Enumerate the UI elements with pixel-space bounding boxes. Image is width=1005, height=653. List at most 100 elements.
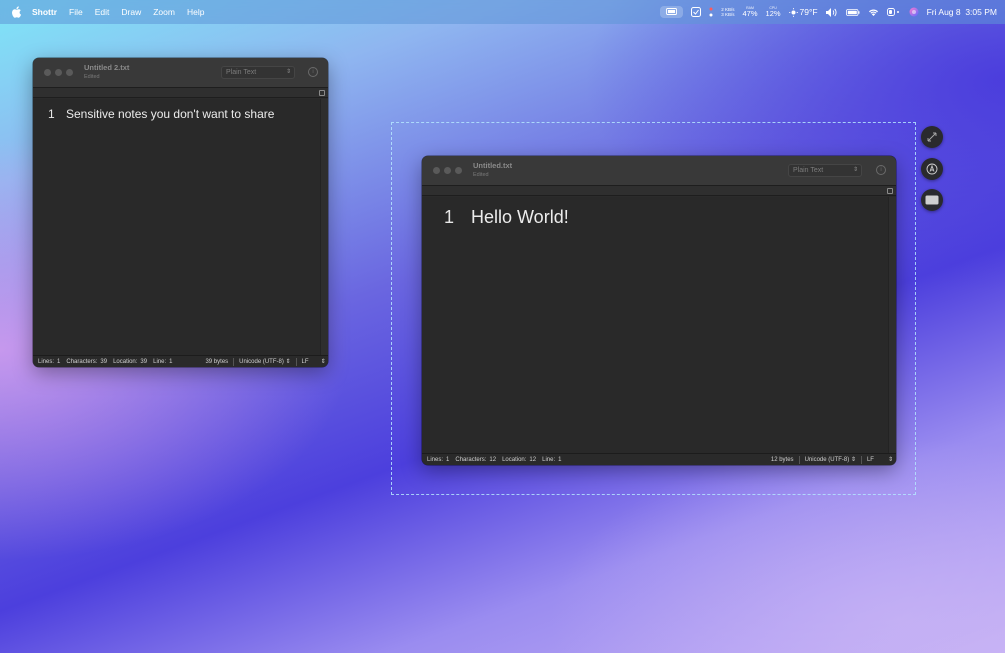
wifi-icon[interactable]	[868, 8, 879, 16]
sun-icon	[788, 7, 798, 17]
expand-button[interactable]	[921, 126, 943, 148]
status-lines-label: Lines:	[427, 456, 444, 463]
markup-button[interactable]	[921, 158, 943, 180]
status-bytes: 39 bytes	[205, 358, 229, 365]
line-ending-value: LF	[301, 359, 309, 365]
text-editor[interactable]: 1 Sensitive notes you don't want to shar…	[33, 99, 320, 355]
cpu-stat[interactable]: CPU 12%	[765, 5, 781, 18]
status-lines-label: Lines:	[38, 358, 55, 365]
menu-app-name[interactable]: Shottr	[32, 7, 57, 17]
weather-widget[interactable]: 79°F	[788, 7, 818, 17]
clock[interactable]: Fri Aug 8 3:05 PM	[927, 7, 997, 17]
window-titlebar[interactable]: Untitled 2.txt Edited Plain Text ⇕ i	[33, 58, 328, 88]
window-title: Untitled.txt	[473, 161, 513, 170]
vertical-scrollbar[interactable]	[320, 99, 328, 355]
ruler-toggle-icon[interactable]	[319, 90, 325, 96]
control-center-icon[interactable]	[886, 8, 901, 16]
network-down: 3 KB/s	[721, 12, 735, 17]
markup-pen-icon	[926, 163, 938, 175]
minimize-button[interactable]	[55, 69, 62, 76]
status-chars-value: 12	[489, 456, 497, 463]
status-location-label: Location:	[502, 456, 527, 463]
close-button[interactable]	[433, 167, 440, 174]
window-titlebar[interactable]: Untitled.txt Edited Plain Text ⇕ i	[422, 156, 896, 186]
status-divider	[295, 357, 297, 366]
volume-icon[interactable]	[825, 7, 838, 17]
traffic-lights	[433, 167, 462, 174]
siri-icon[interactable]	[909, 7, 919, 17]
encoding-select[interactable]: Unicode (UTF-8) ⇕	[239, 358, 290, 365]
format-select[interactable]: Plain Text ⇕	[788, 164, 862, 177]
chevron-updown-icon: ⇕	[285, 69, 291, 75]
encoding-value: Unicode (UTF-8)	[239, 359, 284, 365]
shottr-status-icon[interactable]	[691, 7, 702, 17]
line-ending-select[interactable]: LF ⇕	[302, 358, 326, 365]
menu-file[interactable]: File	[69, 7, 83, 17]
ram-value: 47%	[742, 9, 758, 18]
ruler-bar	[422, 186, 896, 196]
status-line-value: 1	[558, 456, 562, 463]
status-location-value: 39	[140, 358, 148, 365]
window-edited-label: Edited	[473, 172, 489, 178]
status-chars-label: Characters:	[66, 358, 98, 365]
minimize-button[interactable]	[444, 167, 451, 174]
ram-label: RAM	[746, 5, 754, 10]
status-line-value: 1	[169, 358, 173, 365]
window-capture-button[interactable]	[921, 189, 943, 211]
status-line-label: Line:	[542, 456, 556, 463]
close-button[interactable]	[44, 69, 51, 76]
weather-temp: 79°F	[799, 7, 818, 17]
network-stats[interactable]: 2 KB/s 3 KB/s	[721, 7, 734, 18]
info-icon[interactable]: i	[308, 67, 318, 77]
line-ending-select[interactable]: LF ⇕	[867, 456, 893, 463]
cpu-value: 12%	[765, 9, 781, 18]
status-lines-value: 1	[57, 358, 61, 365]
status-bar: Lines: 1 Characters: 39 Location: 39 Lin…	[33, 355, 328, 367]
line-number: 1	[444, 207, 455, 227]
window-capture-icon	[925, 195, 939, 205]
ram-stat[interactable]: RAM 47%	[742, 5, 758, 18]
textedit-window-front[interactable]: Untitled.txt Edited Plain Text ⇕ i 1 Hel…	[422, 156, 896, 465]
menu-bar: Shottr File Edit Draw Zoom Help 2 KB/s 3…	[0, 0, 1005, 24]
recording-dot-icon[interactable]	[709, 7, 713, 17]
encoding-value: Unicode (UTF-8)	[804, 457, 850, 463]
traffic-lights	[44, 69, 73, 76]
status-location-value: 12	[529, 456, 537, 463]
status-line-label: Line:	[153, 358, 167, 365]
status-bar: Lines: 1 Characters: 12 Location: 12 Lin…	[422, 453, 896, 465]
battery-icon[interactable]	[845, 8, 860, 16]
text-editor[interactable]: 1 Hello World!	[422, 197, 888, 453]
info-icon[interactable]: i	[876, 165, 886, 175]
menu-zoom[interactable]: Zoom	[153, 7, 175, 17]
encoding-select[interactable]: Unicode (UTF-8) ⇕	[805, 456, 856, 463]
status-divider	[233, 357, 235, 366]
line-ending-value: LF	[866, 457, 874, 463]
ruler-toggle-icon[interactable]	[887, 188, 893, 194]
status-location-label: Location:	[113, 358, 138, 365]
zoom-button[interactable]	[66, 69, 73, 76]
status-chars-value: 39	[100, 358, 108, 365]
menu-edit[interactable]: Edit	[95, 7, 110, 17]
format-select[interactable]: Plain Text ⇕	[221, 66, 295, 79]
textedit-window-back[interactable]: Untitled 2.txt Edited Plain Text ⇕ i 1 S…	[33, 58, 328, 367]
editor-text[interactable]: Sensitive notes you don't want to share	[66, 107, 274, 121]
vertical-scrollbar[interactable]	[888, 197, 896, 453]
expand-icon	[927, 132, 937, 142]
cpu-label: CPU	[769, 5, 777, 10]
format-select-value: Plain Text	[226, 69, 257, 76]
status-divider	[860, 455, 862, 464]
chevron-updown-icon: ⇕	[852, 167, 858, 173]
window-edited-label: Edited	[84, 74, 100, 80]
format-select-value: Plain Text	[793, 167, 824, 174]
ruler-bar	[33, 88, 328, 98]
menu-help[interactable]: Help	[187, 7, 204, 17]
apple-menu-icon[interactable]	[10, 6, 23, 19]
screen-mirror-icon[interactable]	[660, 6, 684, 18]
line-number: 1	[48, 107, 55, 121]
window-title: Untitled 2.txt	[84, 63, 130, 72]
menu-draw[interactable]: Draw	[121, 7, 141, 17]
zoom-button[interactable]	[455, 167, 462, 174]
status-divider	[798, 455, 800, 464]
status-lines-value: 1	[446, 456, 450, 463]
editor-text[interactable]: Hello World!	[471, 207, 569, 228]
